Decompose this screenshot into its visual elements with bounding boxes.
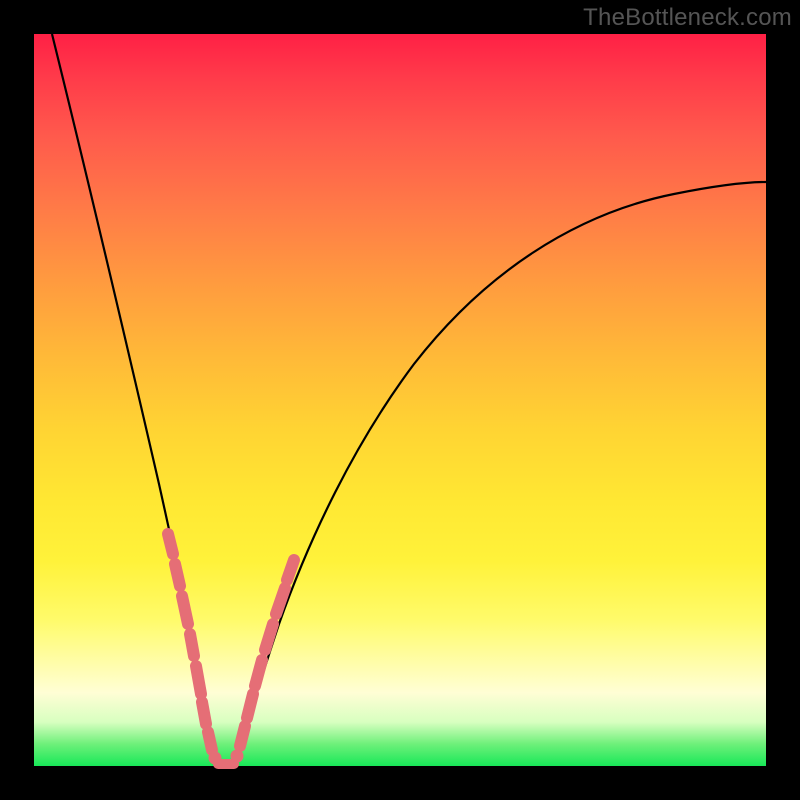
- curve-layer: [34, 34, 766, 766]
- curve-right-branch: [234, 182, 766, 766]
- plot-area: [34, 34, 766, 766]
- chart-frame: TheBottleneck.com: [0, 0, 800, 800]
- bead-cluster-right: [231, 560, 294, 762]
- watermark-text: TheBottleneck.com: [583, 4, 792, 32]
- bead-cluster-left: [168, 534, 221, 764]
